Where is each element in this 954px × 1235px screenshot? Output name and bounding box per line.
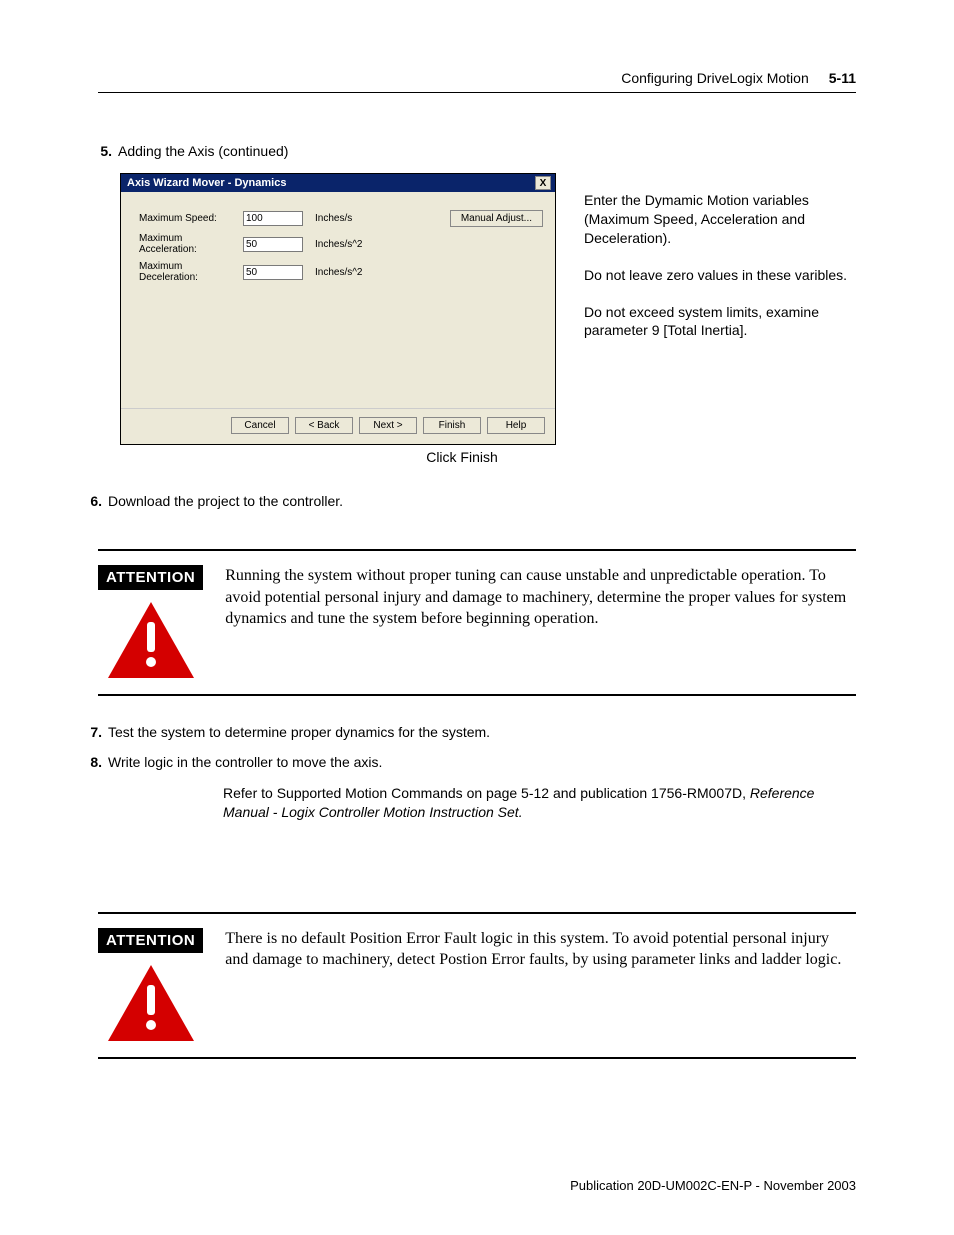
attention-block-2: ATTENTION There is no default Position E… xyxy=(98,912,856,1059)
side-p2: Do not leave zero values in these varibl… xyxy=(584,266,856,285)
step-5: 5. Adding the Axis (continued) xyxy=(98,143,856,159)
attention-label: ATTENTION xyxy=(98,928,203,953)
reference-block: Refer to Supported Motion Commands on pa… xyxy=(223,784,856,822)
side-p1: Enter the Dymamic Motion variables (Maxi… xyxy=(584,191,856,248)
dialog-title: Axis Wizard Mover - Dynamics xyxy=(127,177,286,189)
warning-icon xyxy=(106,963,196,1043)
manual-adjust-button[interactable]: Manual Adjust... xyxy=(450,210,543,227)
click-finish-caption: Click Finish xyxy=(368,449,556,465)
attention-label: ATTENTION xyxy=(98,565,203,590)
finish-button[interactable]: Finish xyxy=(423,417,481,434)
axis-wizard-dialog: Axis Wizard Mover - Dynamics X Maximum S… xyxy=(120,173,556,445)
max-decel-unit: Inches/s^2 xyxy=(315,267,363,278)
dialog-titlebar: Axis Wizard Mover - Dynamics X xyxy=(121,174,555,192)
max-speed-row: Maximum Speed: Inches/s Manual Adjust... xyxy=(139,210,543,227)
attention-text: There is no default Position Error Fault… xyxy=(225,928,856,1043)
header-page-number: 5-11 xyxy=(829,70,856,86)
max-decel-label: Maximum Deceleration: xyxy=(139,261,235,283)
max-accel-input[interactable] xyxy=(243,237,303,252)
step-6: 6. Download the project to the controlle… xyxy=(88,493,856,509)
max-decel-row: Maximum Deceleration: Inches/s^2 xyxy=(139,261,543,283)
max-accel-label: Maximum Acceleration: xyxy=(139,233,235,255)
attention-text: Running the system without proper tuning… xyxy=(225,565,856,680)
page-header: Configuring DriveLogix Motion 5-11 xyxy=(98,70,856,86)
max-speed-label: Maximum Speed: xyxy=(139,213,235,224)
step-text: Write logic in the controller to move th… xyxy=(108,754,382,770)
help-button[interactable]: Help xyxy=(487,417,545,434)
warning-icon xyxy=(106,600,196,680)
dialog-button-row: Cancel < Back Next > Finish Help xyxy=(121,408,555,444)
side-p3: Do not exceed system limits, examine par… xyxy=(584,303,856,341)
close-icon[interactable]: X xyxy=(535,176,551,190)
step-number: 8. xyxy=(84,754,102,770)
step-text: Test the system to determine proper dyna… xyxy=(108,724,490,740)
header-rule xyxy=(98,92,856,93)
step-text: Adding the Axis (continued) xyxy=(118,143,288,159)
step-text: Download the project to the controller. xyxy=(108,493,343,509)
step-8: 8. Write logic in the controller to move… xyxy=(88,754,856,770)
max-accel-unit: Inches/s^2 xyxy=(315,239,363,250)
back-button[interactable]: < Back xyxy=(295,417,353,434)
max-decel-input[interactable] xyxy=(243,265,303,280)
cancel-button[interactable]: Cancel xyxy=(231,417,289,434)
step-number: 6. xyxy=(84,493,102,509)
max-speed-unit: Inches/s xyxy=(315,213,352,224)
step5-side-text: Enter the Dymamic Motion variables (Maxi… xyxy=(584,173,856,358)
footer-publication: Publication 20D-UM002C-EN-P - November 2… xyxy=(570,1178,856,1193)
next-button[interactable]: Next > xyxy=(359,417,417,434)
step-number: 5. xyxy=(94,143,112,159)
max-speed-input[interactable] xyxy=(243,211,303,226)
header-title: Configuring DriveLogix Motion xyxy=(621,70,809,86)
reference-text: Refer to Supported Motion Commands on pa… xyxy=(223,785,750,801)
step-7: 7. Test the system to determine proper d… xyxy=(88,724,856,740)
attention-block-1: ATTENTION Running the system without pro… xyxy=(98,549,856,696)
step-number: 7. xyxy=(84,724,102,740)
max-accel-row: Maximum Acceleration: Inches/s^2 xyxy=(139,233,543,255)
